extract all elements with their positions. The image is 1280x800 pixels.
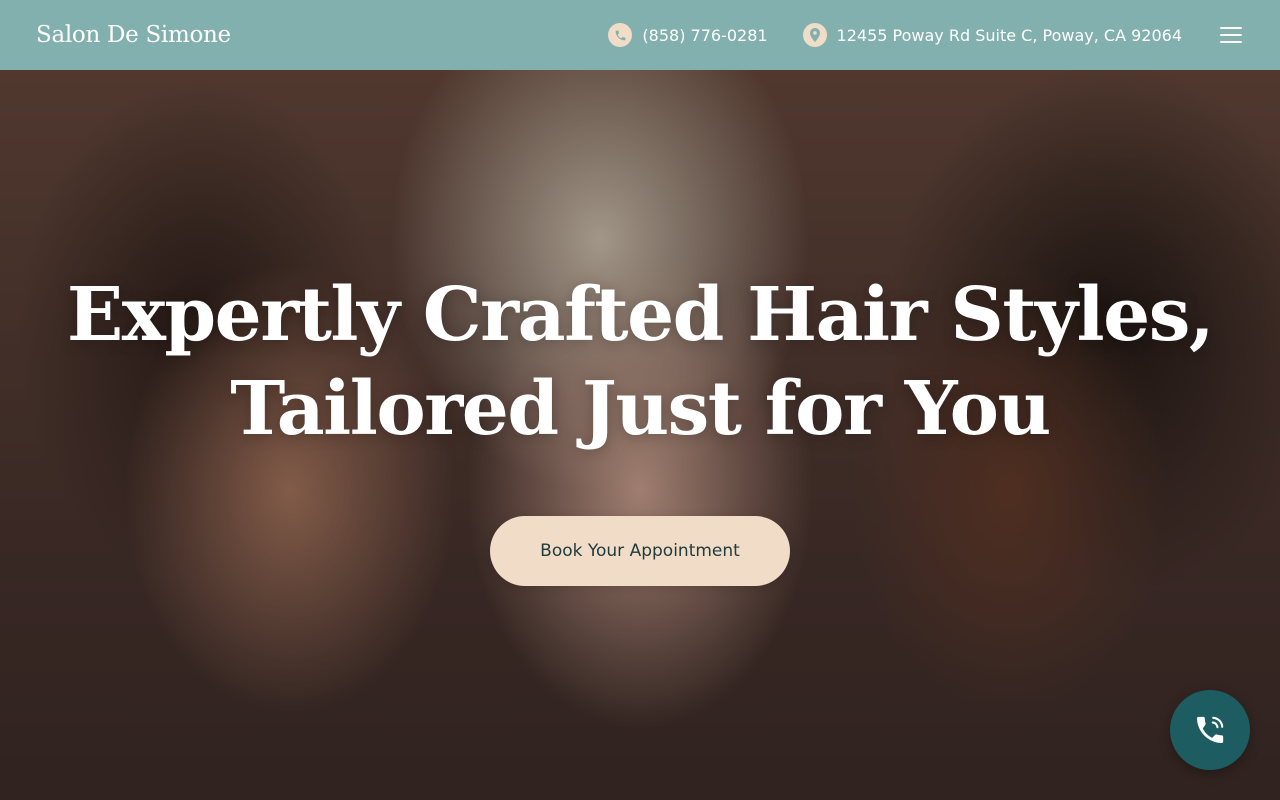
phone-icon	[608, 23, 633, 47]
hero-section: Expertly Crafted Hair Styles, Tailored J…	[0, 70, 1280, 800]
hero-title-line-2: Tailored Just for You	[230, 366, 1051, 452]
phone-call-icon	[1193, 713, 1227, 747]
hamburger-menu-icon[interactable]	[1220, 25, 1244, 45]
menu-bar-top	[1220, 27, 1242, 29]
floating-call-button[interactable]	[1170, 690, 1250, 770]
hero-content: Expertly Crafted Hair Styles, Tailored J…	[0, 70, 1280, 800]
menu-bar-bottom	[1220, 41, 1242, 43]
hero-title: Expertly Crafted Hair Styles, Tailored J…	[66, 268, 1215, 456]
address-text: 12455 Poway Rd Suite C, Poway, CA 92064	[836, 25, 1182, 45]
phone-number: (858) 776-0281	[642, 25, 768, 45]
phone-link[interactable]: (858) 776-0281	[608, 23, 768, 47]
hero-title-line-1: Expertly Crafted Hair Styles,	[66, 272, 1215, 358]
site-logo[interactable]: Salon De Simone	[36, 22, 231, 48]
address-link[interactable]: 12455 Poway Rd Suite C, Poway, CA 92064	[802, 23, 1182, 47]
menu-bar-middle	[1220, 34, 1242, 36]
site-header: Salon De Simone (858) 776-0281 12455 Pow…	[0, 0, 1280, 70]
book-appointment-button[interactable]: Book Your Appointment	[490, 516, 790, 586]
map-pin-icon	[802, 23, 827, 47]
